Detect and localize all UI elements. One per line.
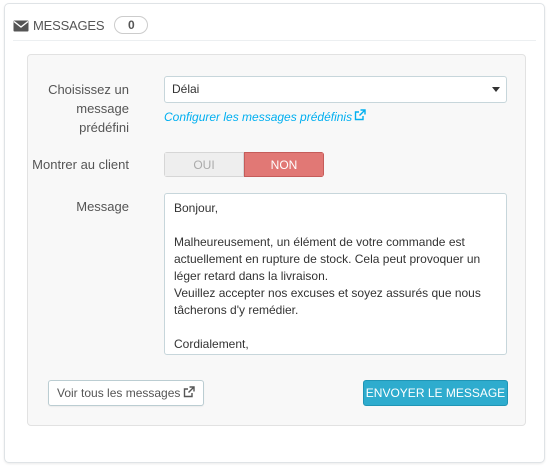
toggle-oui[interactable]: OUI (164, 152, 244, 177)
chevron-down-icon (492, 87, 500, 92)
message-label: Message (76, 199, 129, 214)
predefined-message-select[interactable]: Délai (164, 76, 507, 103)
predefined-message-value: Délai (172, 82, 200, 96)
messages-count-badge: 0 (114, 16, 149, 34)
message-textarea[interactable]: Bonjour, Malheureusement, un élément de … (164, 193, 507, 355)
show-client-toggle: OUI NON (164, 152, 324, 177)
envelope-icon (13, 19, 29, 32)
predefined-message-label: Choisissez un message prédéfini (48, 82, 129, 135)
toggle-non[interactable]: NON (244, 152, 324, 177)
send-message-button[interactable]: ENVOYER LE MESSAGE (363, 380, 508, 406)
external-link-icon (354, 109, 366, 124)
view-all-messages-button[interactable]: Voir tous les messages (48, 380, 205, 406)
panel-title: MESSAGES (33, 17, 105, 33)
panel-heading: MESSAGES 0 (13, 10, 536, 41)
messages-panel: MESSAGES 0 Choisissez un message prédéfi… (4, 3, 545, 463)
message-form: Choisissez un message prédéfini Délai Co… (27, 54, 526, 426)
configure-predefined-messages-link[interactable]: Configurer les messages prédéfinis (164, 109, 366, 124)
show-client-label: Montrer au client (32, 157, 129, 172)
external-link-icon (183, 385, 196, 401)
